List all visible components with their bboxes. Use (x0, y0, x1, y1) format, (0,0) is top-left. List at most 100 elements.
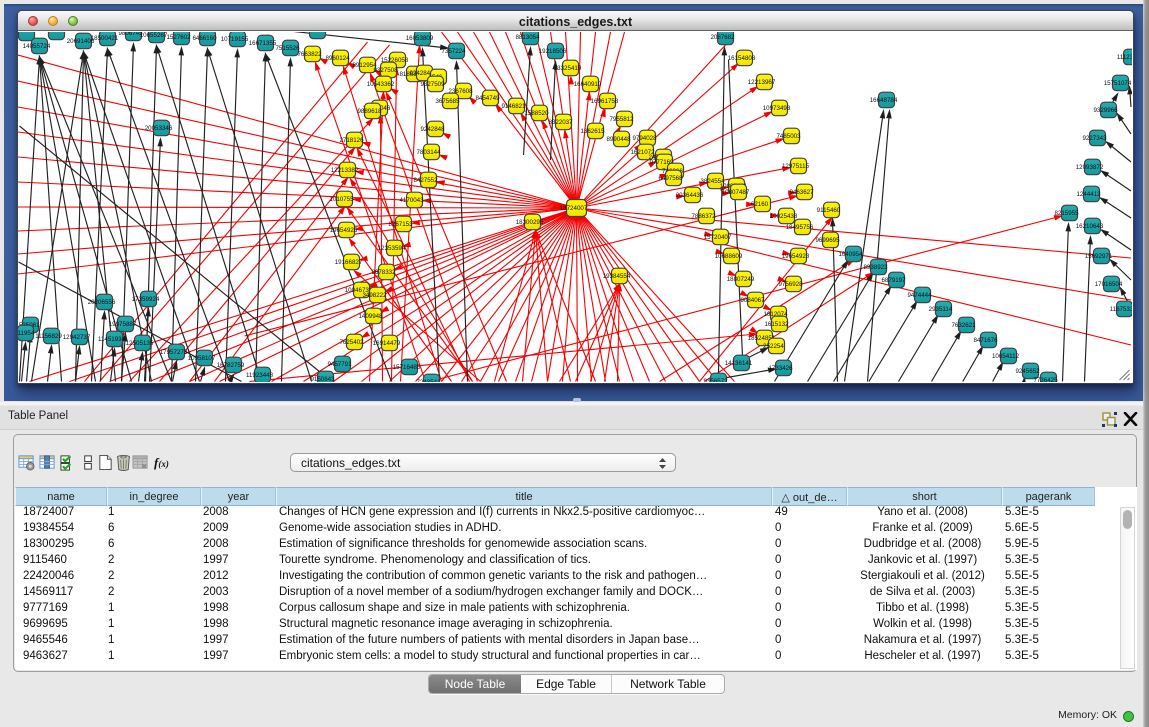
svg-text:1244413: 1244413 (1076, 191, 1101, 198)
svg-text:20364436: 20364436 (676, 192, 704, 199)
svg-text:12353594: 12353594 (378, 245, 406, 252)
svg-text:7663822: 7663822 (297, 51, 322, 58)
svg-text:14055724: 14055724 (23, 43, 51, 50)
svg-text:11451934: 11451934 (98, 336, 126, 343)
svg-text:10807487: 10807487 (722, 189, 750, 196)
svg-text:18300295: 18300295 (516, 219, 544, 226)
svg-text:9756928: 9756928 (778, 281, 803, 288)
svg-text:15692971: 15692971 (1085, 253, 1113, 260)
svg-text:17359924: 17359924 (132, 296, 160, 303)
svg-text:9227343: 9227343 (1082, 135, 1107, 142)
svg-text:17016504: 17016504 (1095, 281, 1123, 288)
svg-text:18495756: 18495756 (786, 224, 814, 231)
svg-text:16210643: 16210643 (1076, 223, 1104, 230)
svg-text:10688609: 10688609 (715, 253, 743, 260)
svg-text:19218506: 19218506 (539, 48, 567, 55)
svg-text:10719155: 10719155 (221, 36, 249, 43)
svg-text:9245652: 9245652 (1015, 368, 1040, 375)
svg-text:9889618: 9889618 (357, 108, 382, 115)
svg-text:9327508: 9327508 (373, 67, 398, 74)
svg-text:7625402: 7625402 (339, 339, 364, 346)
svg-text:8678332: 8678332 (371, 269, 396, 276)
svg-text:16961758: 16961758 (591, 98, 619, 105)
svg-text:19654923: 19654923 (782, 253, 810, 260)
svg-text:9242848: 9242848 (420, 126, 445, 133)
svg-text:62160: 62160 (751, 201, 769, 208)
svg-text:3675685: 3675685 (435, 98, 460, 105)
svg-text:19975887: 19975887 (109, 321, 137, 328)
svg-text:1615132: 1615132 (764, 321, 789, 328)
svg-text:7515526: 7515526 (275, 45, 300, 52)
svg-text:10654112: 10654112 (992, 353, 1020, 360)
svg-text:7485003: 7485003 (776, 133, 801, 140)
svg-text:12942737: 12942737 (63, 334, 91, 341)
svg-text:1640954: 1640954 (838, 251, 863, 258)
svg-text:9150643: 9150643 (310, 376, 335, 382)
svg-text:16914479: 16914479 (373, 340, 401, 347)
svg-text:11156829: 11156829 (35, 333, 62, 340)
svg-text:9474444: 9474444 (907, 292, 932, 299)
svg-text:7632621: 7632621 (951, 322, 976, 329)
svg-text:8215955: 8215955 (1054, 210, 1079, 217)
svg-text:10025438: 10025438 (770, 213, 798, 220)
svg-text:8267153: 8267153 (388, 221, 413, 228)
svg-text:9699695: 9699695 (815, 237, 840, 244)
svg-text:1527602: 1527602 (166, 34, 191, 41)
svg-text:18724007: 18724007 (560, 205, 588, 212)
svg-text:6879197: 6879197 (881, 277, 906, 284)
svg-text:7886372: 7886372 (691, 213, 716, 220)
svg-text:1409948: 1409948 (358, 313, 383, 320)
svg-text:19654925: 19654925 (330, 227, 358, 234)
svg-text:9084067: 9084067 (740, 297, 765, 304)
svg-text:8990448: 8990448 (606, 136, 631, 143)
svg-text:16782759: 16782759 (217, 362, 245, 369)
svg-text:20206556: 20206556 (88, 299, 116, 306)
svg-text:8427552: 8427552 (413, 177, 438, 184)
svg-text:11923448: 11923448 (246, 372, 274, 379)
svg-text:8322037: 8322037 (548, 119, 573, 126)
svg-text:9327509: 9327509 (420, 81, 445, 88)
svg-text:1167533: 1167533 (1110, 306, 1132, 313)
svg-text:1010755: 1010755 (329, 196, 354, 203)
svg-text:16154808: 16154808 (728, 55, 756, 62)
svg-text:1733426: 1733426 (768, 365, 793, 372)
svg-text:9356572: 9356572 (703, 378, 728, 382)
svg-text:10655267: 10655267 (140, 32, 168, 39)
svg-text:16053809: 16053809 (406, 35, 434, 42)
svg-text:8938923: 8938923 (863, 264, 888, 271)
svg-text:10973493: 10973493 (763, 105, 791, 112)
svg-text:7803144: 7803144 (416, 149, 441, 156)
svg-text:16671355: 16671355 (249, 40, 277, 47)
svg-text:10958107: 10958107 (188, 355, 216, 362)
svg-text:12213382: 12213382 (331, 167, 359, 174)
svg-text:7736425: 7736425 (1033, 377, 1058, 382)
svg-text:252254: 252254 (763, 343, 784, 350)
svg-text:9794028: 9794028 (632, 135, 657, 142)
svg-text:16640910: 16640910 (574, 81, 602, 88)
svg-text:9329966: 9329966 (1093, 107, 1118, 114)
svg-text:17957273: 17957273 (160, 349, 188, 356)
svg-text:18500421: 18500421 (91, 35, 119, 42)
svg-text:15716485: 15716485 (393, 364, 421, 371)
svg-text:13325419: 13325419 (554, 65, 582, 72)
svg-text:6466160: 6466160 (192, 35, 217, 42)
svg-text:7357224: 7357224 (441, 48, 466, 55)
svg-text:7243541: 7243541 (416, 379, 441, 382)
svg-text:8813054: 8813054 (515, 34, 540, 41)
svg-text:9146821: 9146821 (501, 103, 526, 110)
svg-text:8960124: 8960124 (325, 55, 350, 62)
svg-text:7955812: 7955812 (609, 116, 634, 123)
svg-text:3911954: 3911954 (18, 330, 35, 337)
svg-text:16648784: 16648784 (870, 97, 898, 104)
svg-text:4170043: 4170043 (399, 197, 424, 204)
svg-text:19384554: 19384554 (603, 273, 631, 280)
svg-text:15720407: 15720407 (704, 234, 732, 241)
svg-text:14136141: 14136141 (725, 360, 753, 367)
svg-text:9463627: 9463627 (789, 189, 814, 196)
svg-text:18807249: 18807249 (727, 276, 755, 283)
svg-text:2935114: 2935114 (929, 306, 953, 313)
svg-text:1588520: 1588520 (524, 110, 549, 117)
svg-text:12093872: 12093872 (1076, 164, 1104, 171)
svg-text:20053346: 20053346 (145, 125, 173, 132)
svg-text:19166827: 19166827 (335, 259, 363, 266)
